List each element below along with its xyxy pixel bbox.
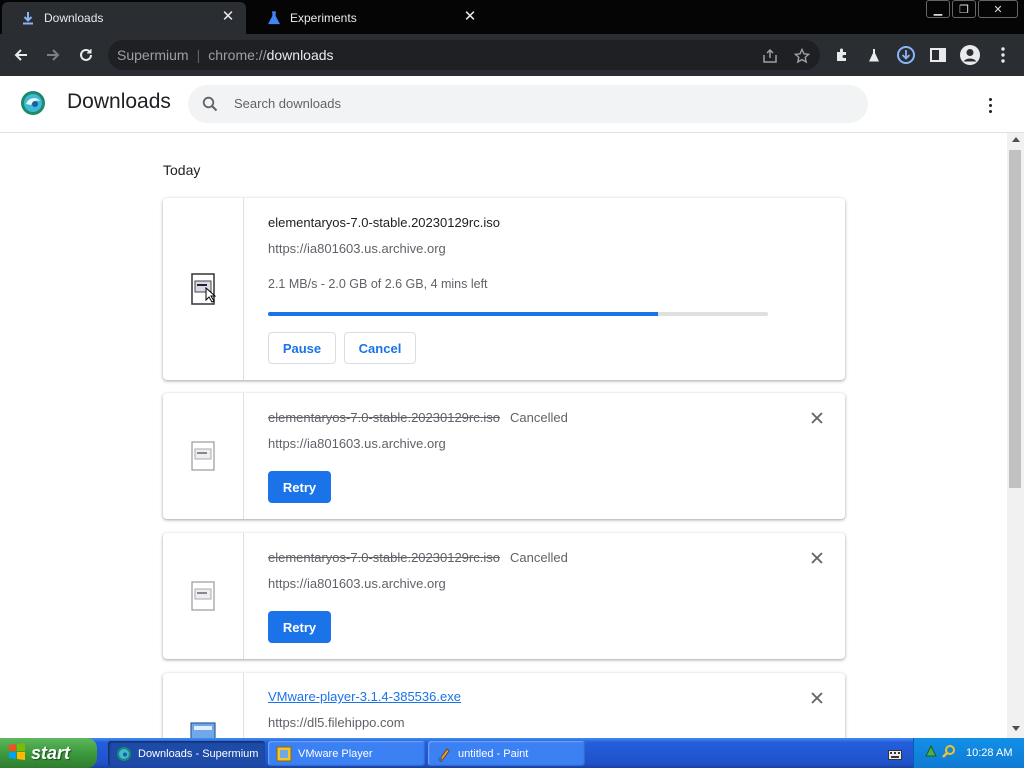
taskbar-item-label: VMware Player bbox=[298, 747, 373, 760]
download-source-url: https://ia801603.us.archive.org bbox=[268, 241, 446, 256]
taskbar-item-vmware[interactable]: VMware Player bbox=[268, 741, 425, 766]
start-label: start bbox=[31, 742, 71, 763]
omnibox-separator: | bbox=[196, 47, 201, 63]
search-tray-icon[interactable] bbox=[942, 744, 956, 763]
cancel-button[interactable]: Cancel bbox=[344, 332, 416, 364]
url-scheme: chrome:// bbox=[208, 47, 267, 63]
window-controls: ▁ ❐ ✕ bbox=[926, 0, 1018, 18]
remove-from-list-icon[interactable] bbox=[808, 409, 826, 427]
share-icon[interactable] bbox=[760, 47, 780, 65]
start-button[interactable]: start bbox=[0, 738, 97, 768]
search-placeholder: Search downloads bbox=[234, 96, 341, 111]
retry-button[interactable]: Retry bbox=[268, 471, 331, 503]
side-panel-icon[interactable] bbox=[925, 42, 951, 68]
vmware-app-icon bbox=[276, 746, 292, 762]
pause-button[interactable]: Pause bbox=[268, 332, 336, 364]
reload-icon[interactable] bbox=[73, 42, 99, 68]
paint-app-icon bbox=[436, 746, 452, 763]
extensions-icon[interactable] bbox=[829, 42, 855, 68]
taskbar-item-label: Downloads - Supermium bbox=[138, 747, 259, 760]
tab-strip: Downloads ✕ Experiments ✕ ▁ ❐ ✕ bbox=[0, 0, 1024, 34]
download-filename[interactable]: elementaryos-7.0-stable.20230129rc.iso bbox=[268, 215, 500, 230]
taskbar-item-label: untitled - Paint bbox=[458, 747, 529, 760]
bookmark-star-icon[interactable] bbox=[792, 47, 812, 65]
download-item-cancelled: elementaryos-7.0-stable.20230129rc.iso C… bbox=[163, 533, 845, 659]
taskbar-item-downloads[interactable]: Downloads - Supermium bbox=[108, 741, 265, 766]
network-tray-icon[interactable] bbox=[924, 744, 938, 763]
browser-menu-icon[interactable] bbox=[990, 42, 1016, 68]
tab-experiments[interactable]: Experiments ✕ bbox=[248, 2, 488, 34]
scrollbar-thumb[interactable] bbox=[1009, 150, 1021, 488]
address-bar[interactable]: Supermium | chrome:// downloads bbox=[108, 40, 820, 70]
download-progress-bar bbox=[268, 312, 768, 316]
supermium-logo-icon bbox=[20, 90, 46, 116]
taskbar-item-paint[interactable]: untitled - Paint bbox=[428, 741, 585, 766]
more-actions-icon[interactable] bbox=[980, 94, 1000, 116]
download-item-in-progress: elementaryos-7.0-stable.20230129rc.iso h… bbox=[163, 198, 845, 380]
system-clock: 10:28 AM bbox=[966, 747, 1013, 759]
tab-title: Experiments bbox=[290, 11, 357, 25]
profile-avatar-icon[interactable] bbox=[957, 42, 983, 68]
back-icon[interactable] bbox=[8, 42, 34, 68]
download-filename-link[interactable]: VMware-player-3.1.4-385536.exe bbox=[268, 689, 461, 704]
keyboard-language-icon[interactable] bbox=[888, 747, 902, 760]
file-icon bbox=[190, 272, 217, 306]
tab-title: Downloads bbox=[44, 11, 104, 25]
tab-close-icon[interactable]: ✕ bbox=[220, 9, 236, 25]
download-filename: elementaryos-7.0-stable.20230129rc.iso bbox=[268, 550, 500, 565]
downloads-indicator-icon[interactable] bbox=[893, 42, 919, 68]
site-name: Supermium bbox=[117, 47, 189, 63]
window-close-icon[interactable]: ✕ bbox=[978, 0, 1018, 18]
download-icon bbox=[20, 10, 36, 26]
scroll-up-arrow-icon[interactable] bbox=[1012, 137, 1020, 142]
download-source-url: https://dl5.filehippo.com bbox=[268, 715, 405, 730]
file-icon bbox=[190, 440, 216, 474]
date-group-label: Today bbox=[163, 162, 201, 178]
remove-from-list-icon[interactable] bbox=[808, 549, 826, 567]
file-icon bbox=[190, 580, 216, 614]
remove-from-list-icon[interactable] bbox=[808, 689, 826, 707]
download-progress-fill bbox=[268, 312, 658, 316]
tab-close-icon[interactable]: ✕ bbox=[462, 9, 478, 25]
tab-downloads[interactable]: Downloads ✕ bbox=[2, 2, 246, 34]
download-source-url: https://ia801603.us.archive.org bbox=[268, 576, 446, 591]
download-status: Cancelled bbox=[510, 410, 568, 425]
download-progress-text: 2.1 MB/s - 2.0 GB of 2.6 GB, 4 mins left bbox=[268, 277, 488, 291]
scroll-down-arrow-icon[interactable] bbox=[1012, 726, 1020, 731]
browser-toolbar: Supermium | chrome:// downloads bbox=[0, 34, 1024, 76]
system-tray: 10:28 AM bbox=[913, 738, 1024, 768]
forward-icon[interactable] bbox=[40, 42, 66, 68]
download-item-cancelled: elementaryos-7.0-stable.20230129rc.iso C… bbox=[163, 393, 845, 519]
supermium-app-icon bbox=[116, 746, 132, 762]
download-filename: elementaryos-7.0-stable.20230129rc.iso bbox=[268, 410, 500, 425]
search-icon[interactable] bbox=[202, 96, 218, 112]
download-status: Cancelled bbox=[510, 550, 568, 565]
download-source-url: https://ia801603.us.archive.org bbox=[268, 436, 446, 451]
page-title: Downloads bbox=[67, 90, 171, 113]
retry-button[interactable]: Retry bbox=[268, 611, 331, 643]
restore-icon[interactable]: ❐ bbox=[952, 0, 976, 18]
screen: Downloads ✕ Experiments ✕ ▁ ❐ ✕ Supermiu… bbox=[0, 0, 1024, 768]
header-divider bbox=[0, 132, 1024, 133]
url-path: downloads bbox=[266, 47, 334, 63]
labs-flask-icon[interactable] bbox=[861, 42, 887, 68]
flask-icon bbox=[266, 10, 282, 26]
minimize-icon[interactable]: ▁ bbox=[926, 0, 950, 18]
windows-flag-icon bbox=[8, 742, 26, 765]
